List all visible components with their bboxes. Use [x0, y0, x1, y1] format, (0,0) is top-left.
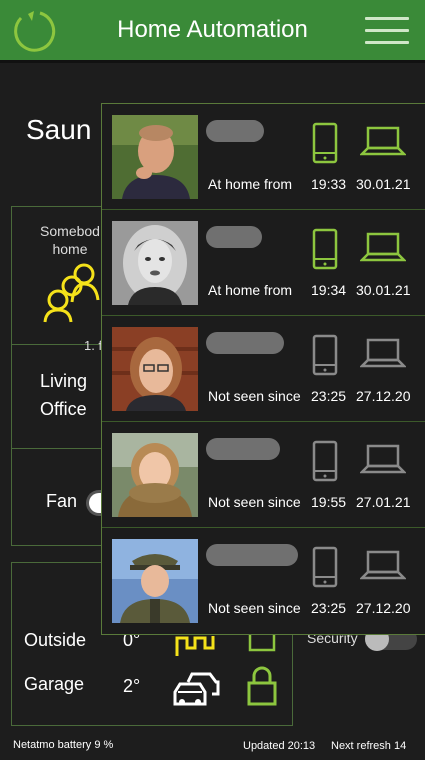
person-status: Not seen since [208, 494, 301, 510]
person-row[interactable]: At home from 19:33 30.01.21 [102, 104, 425, 210]
outside-label: Outside [24, 630, 87, 650]
person-time: 19:34 [311, 282, 347, 298]
person-time: 19:33 [311, 176, 347, 192]
person-time: 23:25 [311, 388, 347, 404]
hamburger-menu-icon[interactable] [365, 17, 409, 47]
person-date: 27.01.21 [356, 494, 411, 510]
redacted-name [206, 332, 284, 354]
phone-icon [312, 122, 338, 164]
laptop-icon [360, 550, 406, 580]
person-row[interactable]: Not seen since 23:25 27.12.20 [102, 528, 425, 634]
fan-label: Fan [46, 491, 78, 511]
cars-icon[interactable] [172, 668, 220, 706]
phone-icon [312, 334, 338, 376]
person-date: 30.01.21 [356, 282, 411, 298]
app-header: Home Automation [0, 0, 425, 60]
person-row[interactable]: At home from 19:34 30.01.21 [102, 210, 425, 316]
room-office-label[interactable]: Office [40, 399, 87, 420]
panel-divider [11, 448, 101, 449]
redacted-name [206, 120, 264, 142]
room-title: Saun [26, 114, 92, 145]
lock-icon[interactable] [247, 666, 277, 706]
people-dropdown: At home from 19:33 30.01.21 At home from… [101, 103, 425, 635]
battery-status: Netatmo battery 9 % [13, 739, 114, 751]
person-photo [112, 539, 198, 623]
gate-icon[interactable] [175, 632, 217, 658]
phone-icon [312, 546, 338, 588]
person-date: 27.12.20 [356, 600, 411, 616]
laptop-icon [360, 126, 406, 156]
person-status: At home from [208, 176, 293, 192]
laptop-icon [360, 232, 406, 262]
person-photo [112, 221, 198, 305]
app-title: Home Automation [117, 16, 308, 43]
phone-icon [312, 440, 338, 482]
phone-icon [312, 228, 338, 270]
floor-label: 1. f [84, 338, 103, 353]
person-time: 23:25 [311, 600, 347, 616]
redacted-name [206, 226, 262, 248]
person-photo [112, 327, 198, 411]
person-date: 27.12.20 [356, 388, 411, 404]
person-status: Not seen since [208, 388, 301, 404]
redacted-name [206, 544, 298, 566]
person-status: At home from [208, 282, 293, 298]
laptop-icon [360, 338, 406, 368]
room-living-label[interactable]: Living [40, 371, 87, 392]
person-row[interactable]: Not seen since 19:55 27.01.21 [102, 422, 425, 528]
redacted-name [206, 438, 280, 460]
person-date: 30.01.21 [356, 176, 411, 192]
person-status: Not seen since [208, 600, 301, 616]
presence-label: Somebod home [40, 223, 100, 257]
person-time: 19:55 [311, 494, 347, 510]
laptop-icon [360, 444, 406, 474]
person-photo [112, 115, 198, 199]
updated-time: Updated 20:13 [243, 740, 316, 752]
person-photo [112, 433, 198, 517]
garage-temperature: 2° [123, 676, 141, 696]
footer: Netatmo battery 9 % Updated 20:13 Next r… [0, 734, 425, 760]
people-icon[interactable] [42, 262, 102, 324]
person-row[interactable]: Not seen since 23:25 27.12.20 [102, 316, 425, 422]
next-refresh: Next refresh 14 [331, 740, 407, 752]
garage-label: Garage [24, 674, 85, 694]
